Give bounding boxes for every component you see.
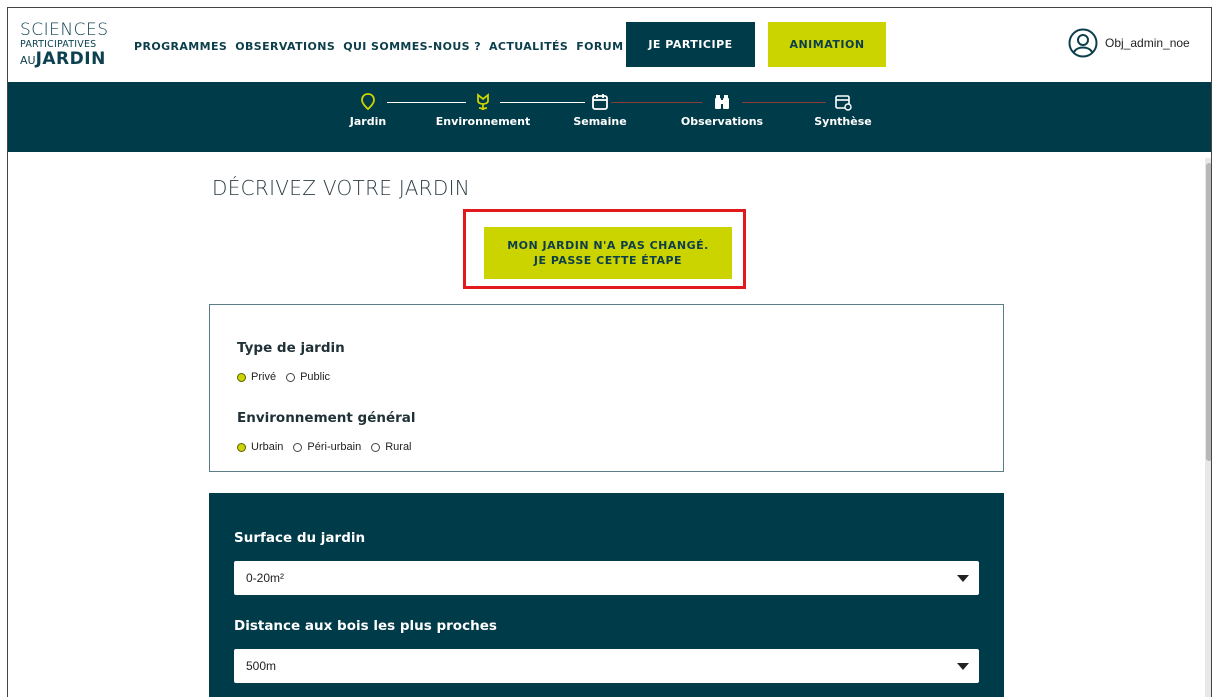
step-semaine[interactable]: Semaine bbox=[570, 92, 630, 128]
chevron-down-icon bbox=[957, 663, 969, 670]
garden-details-card: Surface du jardin 0-20m² Distance aux bo… bbox=[209, 493, 1004, 697]
environnement-title: Environnement général bbox=[237, 410, 416, 426]
skip-line2: JE PASSE CETTE ÉTAPE bbox=[533, 254, 683, 267]
select-value: 500m bbox=[246, 659, 277, 673]
garden-type-card: Type de jardin Privé Public Environnemen… bbox=[209, 304, 1004, 472]
scrollbar-thumb[interactable] bbox=[1206, 163, 1211, 461]
environnement-radios: Urbain Péri-urbain Rural bbox=[237, 441, 412, 453]
skip-step-button[interactable]: MON JARDIN N'A PAS CHANGÉ. JE PASSE CETT… bbox=[484, 227, 732, 279]
distance-title: Distance aux bois les plus proches bbox=[234, 618, 497, 634]
summary-calendar-icon bbox=[835, 95, 852, 111]
radio-prive[interactable]: Privé bbox=[237, 371, 276, 383]
user-menu[interactable]: Obj_admin_noe bbox=[1068, 28, 1190, 58]
step-label: Jardin bbox=[349, 115, 387, 128]
surface-title: Surface du jardin bbox=[234, 530, 366, 546]
map-pin-icon bbox=[361, 93, 375, 111]
radio-dot-selected bbox=[237, 372, 246, 382]
step-label: Environnement bbox=[435, 115, 531, 128]
animation-button[interactable]: ANIMATION bbox=[768, 22, 886, 67]
step-observations[interactable]: Observations bbox=[672, 92, 772, 128]
site-logo[interactable]: SCIENCES PARTICIPATIVES AUJARDIN bbox=[20, 22, 109, 68]
type-jardin-radios: Privé Public bbox=[237, 371, 330, 383]
step-jardin[interactable]: Jardin bbox=[343, 92, 393, 128]
logo-line1: SCIENCES bbox=[20, 20, 109, 40]
radio-dot-selected bbox=[237, 442, 246, 452]
radio-label: Péri-urbain bbox=[307, 441, 362, 453]
radio-dot bbox=[371, 442, 381, 452]
radio-label: Rural bbox=[385, 441, 412, 453]
step-label: Synthèse bbox=[814, 115, 872, 128]
flower-icon bbox=[477, 93, 489, 111]
select-value: 0-20m² bbox=[246, 571, 285, 585]
username: Obj_admin_noe bbox=[1105, 36, 1190, 50]
radio-label: Privé bbox=[251, 371, 277, 383]
logo-line3-bold: JARDIN bbox=[35, 48, 106, 69]
radio-dot bbox=[293, 442, 303, 452]
radio-rural[interactable]: Rural bbox=[371, 441, 412, 453]
step-label: Observations bbox=[680, 115, 764, 128]
distance-select[interactable]: 500m bbox=[234, 649, 979, 683]
browser-viewport: SCIENCES PARTICIPATIVES AUJARDIN PROGRAM… bbox=[7, 7, 1212, 697]
radio-dot bbox=[286, 372, 296, 382]
nav-programmes[interactable]: PROGRAMMES bbox=[134, 40, 227, 53]
main-nav: PROGRAMMES OBSERVATIONS QUI SOMMES-NOUS … bbox=[134, 40, 623, 53]
step-label: Semaine bbox=[573, 115, 627, 128]
logo-line3-prefix: AU bbox=[20, 53, 36, 67]
logo-line3: AUJARDIN bbox=[20, 48, 109, 69]
radio-urbain[interactable]: Urbain bbox=[237, 441, 283, 453]
site-header: SCIENCES PARTICIPATIVES AUJARDIN PROGRAM… bbox=[8, 8, 1211, 82]
step-environnement[interactable]: Environnement bbox=[433, 92, 533, 128]
binoculars-icon bbox=[715, 95, 729, 109]
nav-observations[interactable]: OBSERVATIONS bbox=[235, 40, 335, 53]
skip-line1: MON JARDIN N'A PAS CHANGÉ. bbox=[507, 239, 709, 252]
chevron-down-icon bbox=[957, 575, 969, 582]
type-jardin-title: Type de jardin bbox=[237, 340, 345, 356]
calendar-icon bbox=[592, 94, 608, 110]
nav-actualites[interactable]: ACTUALITÉS bbox=[489, 40, 568, 53]
radio-label: Public bbox=[300, 371, 331, 383]
radio-label: Urbain bbox=[251, 441, 284, 453]
page-title: DÉCRIVEZ VOTRE JARDIN bbox=[212, 176, 471, 200]
nav-forum[interactable]: FORUM bbox=[576, 40, 623, 53]
step-synthese[interactable]: Synthèse bbox=[808, 92, 878, 128]
je-participe-button[interactable]: JE PARTICIPE bbox=[626, 22, 755, 67]
user-avatar-icon bbox=[1068, 28, 1098, 58]
surface-select[interactable]: 0-20m² bbox=[234, 561, 979, 595]
radio-public[interactable]: Public bbox=[286, 371, 330, 383]
radio-peri-urbain[interactable]: Péri-urbain bbox=[293, 441, 361, 453]
nav-qui-sommes-nous[interactable]: QUI SOMMES-NOUS ? bbox=[343, 40, 481, 53]
